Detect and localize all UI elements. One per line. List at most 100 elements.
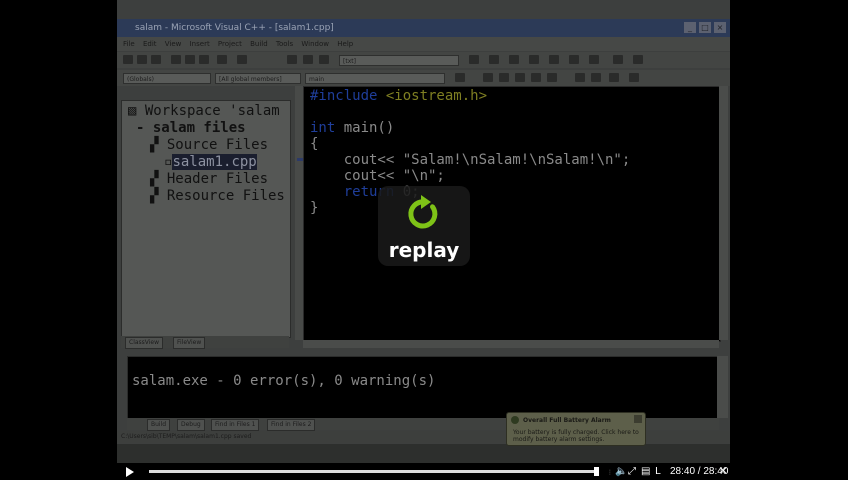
step-icon <box>591 73 601 82</box>
build-icon <box>509 55 519 64</box>
build-all-icon <box>515 73 525 82</box>
replay-label: replay <box>388 238 460 262</box>
chapter-dots-icon: ⋮ <box>607 469 613 476</box>
debug-icon <box>575 73 585 82</box>
code-line: int main() <box>310 120 630 136</box>
seek-bar[interactable] <box>149 467 599 476</box>
close-icon[interactable]: ✕ <box>719 466 727 477</box>
code-line: } <box>310 200 630 216</box>
menu-file: File <box>123 40 135 48</box>
go-icon <box>569 55 579 64</box>
menu-build: Build <box>250 40 268 48</box>
volume-icon[interactable]: 🔈 <box>615 466 627 477</box>
bookmark-icon <box>613 55 623 64</box>
stop-mini-icon <box>531 73 541 82</box>
copy-icon <box>185 55 195 64</box>
binoculars-icon <box>629 73 639 82</box>
tab-find-in-files-2: Find in Files 2 <box>267 419 316 431</box>
ide-title-bar: salam - Microsoft Visual C++ - [salam1.c… <box>117 19 730 37</box>
code-token-rest: main() <box>343 120 395 136</box>
tree-item-source-files: ▞ Source Files <box>150 137 269 153</box>
run-mini-icon <box>547 73 557 82</box>
menu-insert: Insert <box>189 40 210 48</box>
workspace-icon <box>287 55 297 64</box>
workspace-panel: ▧ Workspace 'salam - salam files ▞ Sourc… <box>121 100 291 338</box>
save-icon <box>151 55 161 64</box>
tree-item-project: - salam files <box>136 120 246 136</box>
tree-item-resource-files: ▞ Resource Files <box>150 188 285 204</box>
minimize-icon: _ <box>684 22 696 33</box>
code-editor: #include <iostream.h> int main(){ cout<<… <box>303 86 721 342</box>
fullscreen-icon[interactable]: ⤢ <box>628 466 636 477</box>
tree-item-file: ▫salam1.cpp <box>164 154 257 170</box>
menu-icon[interactable]: L <box>655 466 661 477</box>
battery-info-icon <box>511 416 519 424</box>
breakpoint-icon <box>589 55 599 64</box>
maximize-icon: □ <box>699 22 711 33</box>
workspace-tabs: ClassView FileView <box>121 336 289 349</box>
editor-gutter <box>295 86 303 340</box>
windows-taskbar <box>117 444 730 463</box>
members-combo: [All global members] <box>215 73 301 84</box>
scope-combo: (Globals) <box>123 73 211 84</box>
code-line: { <box>310 136 630 152</box>
build-mini-icon <box>483 73 493 82</box>
code-line: cout<< "Salam!\nSalam!\nSalam!\n"; <box>310 152 631 168</box>
code-token-rest: cout<< "\n"; <box>310 168 445 184</box>
battery-notification: Overall Full Battery Alarm Your battery … <box>506 412 646 446</box>
replay-icon <box>408 195 438 229</box>
wizard-action-icon <box>455 73 465 82</box>
output-scrollbar <box>717 356 728 418</box>
settings-icon[interactable]: ▤ <box>641 466 650 477</box>
function-combo: main <box>305 73 445 84</box>
status-path: C:\Users\sib\TEMP\salam\salam1.cpp saved <box>121 433 252 440</box>
notification-close-icon <box>634 415 642 423</box>
find-in-files-icon <box>469 55 479 64</box>
tree-item-workspace: ▧ Workspace 'salam <box>128 103 280 119</box>
tab-classview: ClassView <box>125 337 164 349</box>
menu-tools: Tools <box>275 40 294 48</box>
code-line: #include <iostream.h> <box>310 88 630 104</box>
output-panel: salam.exe - 0 error(s), 0 warning(s) <box>127 356 719 420</box>
build-result-text: salam.exe - 0 error(s), 0 warning(s) <box>132 373 436 389</box>
ide-toolbar-standard: [txt] <box>117 52 730 68</box>
code-line: cout<< "\n"; <box>310 168 630 184</box>
ide-menu-bar: File Edit View Insert Project Build Tool… <box>117 37 730 51</box>
editor-horizontal-scrollbar <box>303 340 719 348</box>
seek-thumb[interactable] <box>594 467 599 476</box>
code-line: return 0; <box>310 184 630 200</box>
code-token-rest: cout<< "Salam!\nSalam!\nSalam!\n"; <box>310 152 631 168</box>
menu-edit: Edit <box>142 40 157 48</box>
tab-debug: Debug <box>177 419 205 431</box>
editor-vertical-scrollbar <box>719 86 728 340</box>
play-icon[interactable] <box>126 467 134 477</box>
code-text: #include <iostream.h> int main(){ cout<<… <box>310 88 630 216</box>
redo-icon <box>237 55 247 64</box>
code-token-rest: } <box>310 200 319 216</box>
stop-build-icon <box>529 55 539 64</box>
find-combo: [txt] <box>339 55 459 66</box>
undo-icon <box>217 55 227 64</box>
paste-icon <box>199 55 209 64</box>
ide-toolbar-wizard: (Globals) [All global members] main <box>117 70 730 86</box>
menu-view: View <box>164 40 182 48</box>
player-controls: ⋮ 🔈 ⤢ ▤ L 28:40 / 28:40 ✕ <box>117 463 730 480</box>
tab-fileview: FileView <box>173 337 206 349</box>
menu-project: Project <box>217 40 242 48</box>
replay-button[interactable]: replay <box>378 186 470 266</box>
ide-window-title: salam - Microsoft Visual C++ - [salam1.c… <box>135 23 334 33</box>
open-icon <box>137 55 147 64</box>
code-token-kw: int <box>310 120 344 136</box>
execute-icon <box>549 55 559 64</box>
output-icon <box>303 55 313 64</box>
menu-window: Window <box>301 40 330 48</box>
code-token-st: <iostream.h> <box>385 88 488 104</box>
notification-body: Your battery is fully charged. Click her… <box>513 429 639 443</box>
tab-build: Build <box>147 419 171 431</box>
tab-find-in-files-1: Find in Files 1 <box>211 419 260 431</box>
windows-icon <box>319 55 329 64</box>
code-token-rest: { <box>310 136 319 152</box>
watch-icon <box>609 73 619 82</box>
tree-item-header-files: ▞ Header Files <box>150 171 269 187</box>
